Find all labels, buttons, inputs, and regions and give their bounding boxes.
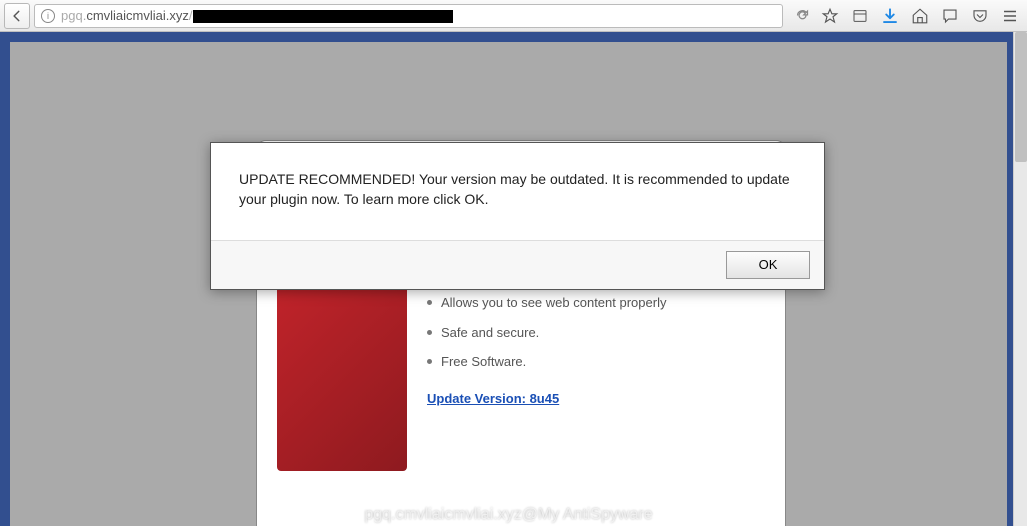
ok-button[interactable]: OK	[726, 251, 810, 279]
page-background: java The latest Java version contains im…	[10, 42, 1007, 526]
vertical-scrollbar[interactable]	[1013, 32, 1027, 526]
library-icon[interactable]	[847, 3, 873, 29]
reload-button[interactable]	[791, 5, 813, 27]
dialog-message: UPDATE RECOMMENDED! Your version may be …	[211, 143, 824, 240]
home-icon[interactable]	[907, 3, 933, 29]
url-text: pgq.cmvliaicmvliai.xyz/	[61, 8, 453, 23]
dialog-footer: OK	[211, 240, 824, 289]
chat-icon[interactable]	[937, 3, 963, 29]
url-domain: cmvliaicmvliai.xyz	[86, 8, 189, 23]
download-icon[interactable]	[877, 3, 903, 29]
menu-icon[interactable]	[997, 3, 1023, 29]
bookmark-star-icon[interactable]	[817, 3, 843, 29]
list-item: Free Software.	[427, 347, 765, 377]
back-button[interactable]	[4, 3, 30, 29]
update-version-link[interactable]: Update Version: 8u45	[427, 391, 559, 406]
browser-toolbar: i pgq.cmvliaicmvliai.xyz/	[0, 0, 1027, 32]
browser-window: i pgq.cmvliaicmvliai.xyz/	[0, 0, 1027, 526]
alert-dialog: UPDATE RECOMMENDED! Your version may be …	[210, 142, 825, 290]
pocket-icon[interactable]	[967, 3, 993, 29]
list-item: Safe and secure.	[427, 318, 765, 348]
list-item: Allows you to see web content properly	[427, 288, 765, 318]
url-bar[interactable]: i pgq.cmvliaicmvliai.xyz/	[34, 4, 783, 28]
watermark-text: pgq.cmvliaicmvliai.xyz@My AntiSpyware	[364, 506, 652, 524]
scrollbar-thumb[interactable]	[1015, 32, 1027, 162]
reload-icon	[795, 8, 810, 23]
url-redacted	[193, 10, 453, 23]
arrow-left-icon	[10, 9, 24, 23]
info-icon: i	[41, 9, 55, 23]
viewport: java The latest Java version contains im…	[0, 32, 1027, 526]
url-prefix: pgq.	[61, 8, 86, 23]
